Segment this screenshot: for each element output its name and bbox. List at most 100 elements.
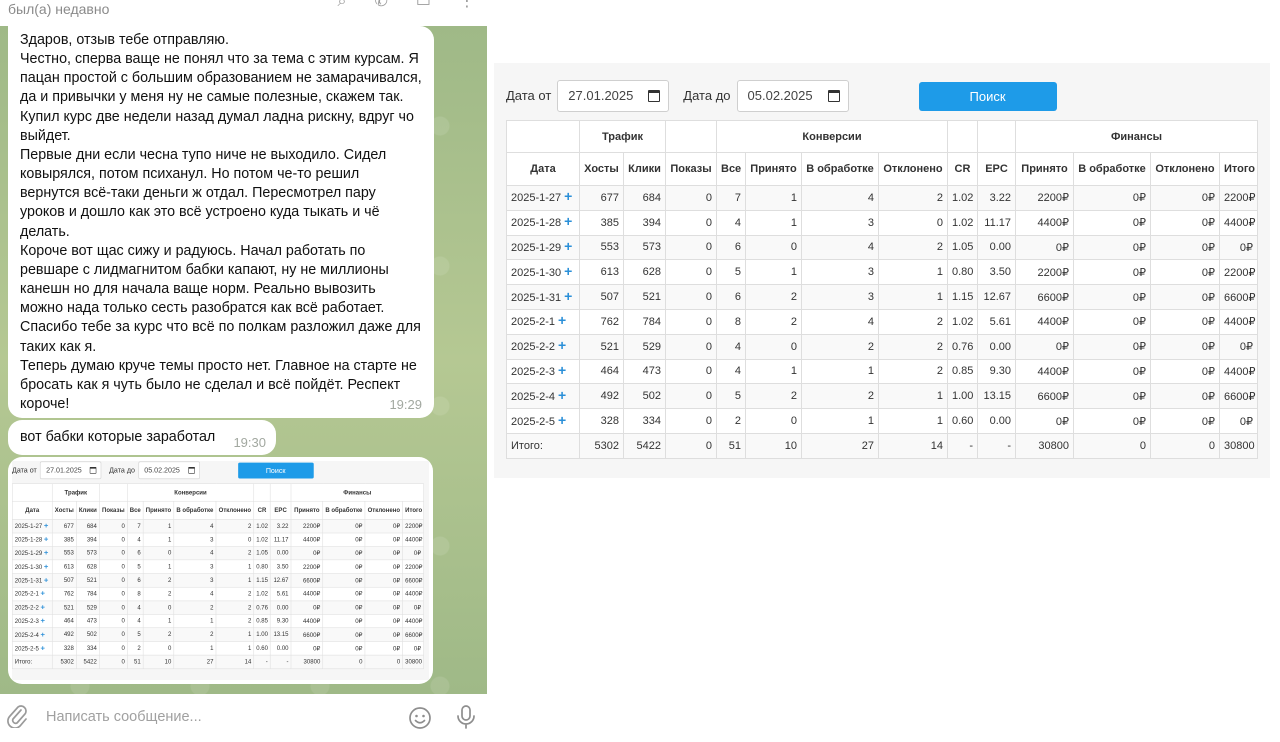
date-to-input[interactable]: 05.02.2025	[138, 461, 200, 480]
table-cell: 1.02	[947, 185, 978, 211]
table-cell: 0	[142, 600, 175, 615]
calendar-icon[interactable]	[188, 467, 195, 474]
total-cell: -	[253, 654, 271, 669]
table-cell: 2	[801, 333, 879, 360]
table-row: 2025-2-1 +762 784 0 8 2 4 2 1.02 5.61 4400₽ 0₽ 0₽ 440…	[506, 308, 1259, 335]
plus-icon[interactable]: +	[558, 362, 566, 378]
phone-icon[interactable]: ✆	[374, 0, 387, 10]
table-cell: 0₽	[1073, 185, 1151, 211]
total-cell: 51	[716, 432, 746, 459]
image-attachment[interactable]: Дата от 27.01.2025 Дата до 05.02.2025 По…	[12, 461, 429, 680]
plus-icon[interactable]: +	[564, 263, 572, 279]
table-cell: 0.80	[947, 259, 978, 286]
group-header-traffic: Трафик	[579, 120, 666, 153]
table-cell: 0₽	[1073, 383, 1151, 410]
table-row: 2025-1-28 +385 394 0 4 1 3 0 1.02 11.17 4400₽ 0₽ 0₽ 4…	[12, 532, 424, 547]
image-message[interactable]: Дата от 27.01.2025 Дата до 05.02.2025 По…	[8, 457, 433, 684]
plus-icon[interactable]: +	[44, 521, 48, 530]
calendar-icon[interactable]	[89, 467, 97, 474]
plus-icon[interactable]: +	[558, 412, 566, 428]
plus-icon[interactable]: +	[41, 630, 45, 639]
group-header-empty	[269, 483, 292, 502]
table-cell: 4	[173, 546, 217, 561]
total-cell: 14	[878, 432, 948, 459]
plus-icon[interactable]: +	[41, 602, 45, 611]
table-cell: 5	[716, 259, 746, 286]
date-value: 2025-1-27	[14, 523, 43, 530]
plus-icon[interactable]: +	[41, 589, 45, 598]
column-header: CR	[253, 500, 271, 520]
date-cell: 2025-1-27 +	[506, 185, 580, 211]
table-cell: 2	[878, 234, 948, 261]
search-button[interactable]: Поиск	[237, 462, 314, 479]
date-cell: 2025-2-5 +	[12, 641, 53, 656]
search-icon[interactable]: ⌕	[338, 0, 347, 10]
table-cell: 762	[579, 308, 624, 335]
plus-icon[interactable]: +	[564, 288, 572, 304]
plus-icon[interactable]: +	[44, 548, 48, 557]
total-cell: 30800	[290, 654, 324, 669]
column-header: В обработке	[1073, 152, 1151, 186]
message-input[interactable]: Написать сообщение...	[46, 709, 202, 725]
date-to-input[interactable]: 05.02.2025	[736, 80, 849, 112]
table-cell: 0₽	[364, 614, 403, 629]
date-to-label: Дата до	[683, 88, 731, 103]
plus-icon[interactable]: +	[564, 238, 572, 254]
plus-icon[interactable]: +	[558, 337, 566, 353]
microphone-icon[interactable]	[456, 704, 476, 730]
date-value: 2025-1-28	[14, 536, 43, 544]
table-cell: 6600₽	[290, 627, 324, 642]
total-cell: 10	[745, 432, 802, 459]
table-cell: 5	[126, 559, 144, 574]
table-cell: 0	[665, 259, 717, 286]
calendar-icon[interactable]	[827, 90, 840, 102]
paperclip-icon[interactable]	[6, 704, 28, 728]
more-icon[interactable]: ⋮	[459, 0, 475, 10]
table-cell: 0.00	[269, 641, 292, 656]
column-header-row: Дата Хосты Клики Показы Все Принято В обработк…	[506, 152, 1259, 186]
total-row: Итого: 5302 5422 0 51 10 27 14- -30800 0 0 30800	[506, 432, 1259, 459]
table-cell: 1	[745, 185, 802, 211]
plus-icon[interactable]: +	[44, 562, 48, 571]
date-from-input[interactable]: 27.01.2025	[557, 80, 670, 112]
plus-icon[interactable]: +	[41, 643, 45, 652]
column-header: Дата	[506, 152, 580, 186]
table-cell: 0	[665, 333, 717, 360]
calendar-icon[interactable]	[648, 90, 661, 102]
date-from-input[interactable]: 27.01.2025	[40, 461, 102, 480]
table-cell: 2	[745, 284, 802, 310]
table-cell: 1	[142, 614, 175, 629]
date-cell: 2025-1-30 +	[506, 259, 580, 286]
total-cell: Итого:	[12, 654, 53, 669]
plus-icon[interactable]: +	[41, 616, 45, 625]
plus-icon[interactable]: +	[564, 188, 572, 204]
table-cell: 573	[623, 234, 666, 261]
table-cell: 0	[142, 546, 175, 561]
sidebar-icon[interactable]: ▭	[416, 0, 431, 10]
table-cell: 0	[99, 546, 128, 561]
message-text: вот бабки которые заработал	[20, 429, 216, 445]
table-cell: 507	[579, 284, 624, 310]
table-cell: 502	[623, 383, 666, 410]
search-button[interactable]: Поиск	[918, 81, 1057, 111]
message-bubble[interactable]: Здаров, отзыв тебе отправляю. Честно, сп…	[8, 26, 434, 418]
plus-icon[interactable]: +	[564, 213, 572, 229]
table-cell: 2200₽	[1015, 185, 1074, 211]
table-cell: 2	[173, 600, 217, 615]
table-cell: 573	[76, 546, 100, 561]
table-cell: 2200₽	[290, 519, 324, 534]
plus-icon[interactable]: +	[44, 534, 48, 543]
table-row: 2025-2-2 +521 529 0 4 0 2 2 0.76 0.00 0₽ 0₽ 0₽ 0₽	[12, 600, 424, 615]
table-cell: 1.00	[947, 383, 978, 410]
total-cell: 27	[173, 654, 217, 669]
message-bubble[interactable]: вот бабки которые заработал 19:30	[8, 420, 276, 455]
column-header: Отклонено	[364, 500, 403, 520]
table-cell: 0₽	[1015, 333, 1074, 360]
emoji-icon[interactable]	[408, 706, 432, 730]
date-to-value: 05.02.2025	[144, 465, 180, 475]
plus-icon[interactable]: +	[558, 312, 566, 328]
plus-icon[interactable]: +	[558, 387, 566, 403]
plus-icon[interactable]: +	[44, 575, 48, 584]
date-cell: 2025-1-28 +	[506, 209, 580, 236]
table-cell: 0₽	[1218, 333, 1259, 360]
